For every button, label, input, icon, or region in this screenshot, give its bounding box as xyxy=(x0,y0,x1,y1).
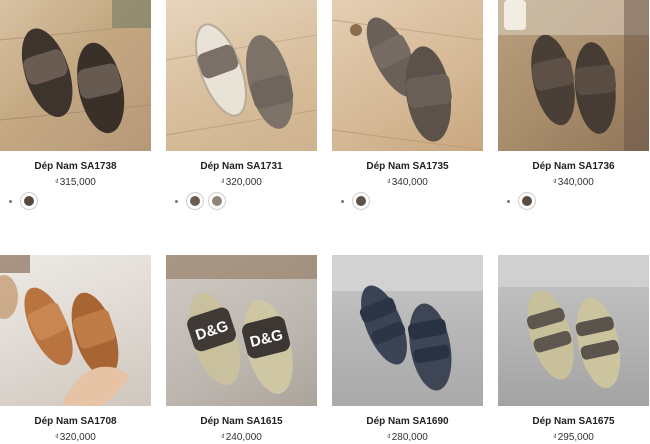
product-image[interactable] xyxy=(332,255,483,406)
product-title[interactable]: Dép Nam SA1615 xyxy=(166,416,317,427)
dot-indicator xyxy=(9,199,12,203)
color-swatches xyxy=(9,191,38,211)
product-price: ₫340,000 xyxy=(498,177,649,188)
price-value: 320,000 xyxy=(59,432,96,443)
product-card[interactable]: Dép Nam SA1735 ₫340,000 xyxy=(332,0,483,210)
price-value: 280,000 xyxy=(391,432,428,443)
product-image[interactable] xyxy=(332,0,483,151)
product-price: ₫295,000 xyxy=(498,432,649,443)
product-price: ₫280,000 xyxy=(332,432,483,443)
product-image[interactable] xyxy=(166,0,317,151)
price-value: 320,000 xyxy=(225,177,262,188)
product-grid: Dép Nam SA1738 ₫315,000 Dép Nam SA1731 ₫… xyxy=(0,0,650,444)
product-image[interactable]: D&G D&G xyxy=(166,255,317,406)
product-title[interactable]: Dép Nam SA1736 xyxy=(498,161,649,172)
product-card[interactable]: Dép Nam SA1731 ₫320,000 xyxy=(166,0,317,210)
product-card[interactable]: Dép Nam SA1736 ₫340,000 xyxy=(498,0,649,210)
color-swatch[interactable] xyxy=(352,192,370,210)
product-price: ₫340,000 xyxy=(332,177,483,188)
product-price: ₫320,000 xyxy=(166,177,317,188)
price-value: 295,000 xyxy=(557,432,594,443)
product-title[interactable]: Dép Nam SA1708 xyxy=(0,416,151,427)
product-title[interactable]: Dép Nam SA1738 xyxy=(0,161,151,172)
price-value: 315,000 xyxy=(59,177,96,188)
color-swatch[interactable] xyxy=(208,192,226,210)
color-swatch[interactable] xyxy=(186,192,204,210)
product-image[interactable] xyxy=(498,0,649,151)
currency-symbol: ₫ xyxy=(553,434,557,441)
product-card[interactable]: Dép Nam SA1738 ₫315,000 xyxy=(0,0,151,210)
price-value: 340,000 xyxy=(391,177,428,188)
color-swatches xyxy=(175,191,226,211)
product-image[interactable] xyxy=(0,0,151,151)
product-title[interactable]: Dép Nam SA1675 xyxy=(498,416,649,427)
color-swatches xyxy=(507,191,536,211)
dot-indicator xyxy=(175,199,178,203)
product-price: ₫320,000 xyxy=(0,432,151,443)
currency-symbol: ₫ xyxy=(553,179,557,186)
color-swatches xyxy=(341,191,370,211)
product-card[interactable]: D&G D&G Dép Nam SA1615 ₫240,000 xyxy=(166,255,317,443)
currency-symbol: ₫ xyxy=(221,434,225,441)
currency-symbol: ₫ xyxy=(221,179,225,186)
product-price: ₫315,000 xyxy=(0,177,151,188)
product-card[interactable]: Dép Nam SA1690 ₫280,000 xyxy=(332,255,483,443)
product-image[interactable] xyxy=(0,255,151,406)
price-value: 340,000 xyxy=(557,177,594,188)
product-card[interactable]: Dép Nam SA1708 ₫320,000 xyxy=(0,255,151,443)
currency-symbol: ₫ xyxy=(387,434,391,441)
currency-symbol: ₫ xyxy=(387,179,391,186)
product-title[interactable]: Dép Nam SA1735 xyxy=(332,161,483,172)
dot-indicator xyxy=(341,199,344,203)
product-card[interactable]: Dép Nam SA1675 ₫295,000 xyxy=(498,255,649,443)
currency-symbol: ₫ xyxy=(55,434,59,441)
color-swatch[interactable] xyxy=(518,192,536,210)
product-title[interactable]: Dép Nam SA1690 xyxy=(332,416,483,427)
dot-indicator xyxy=(507,199,510,203)
product-image[interactable] xyxy=(498,255,649,406)
product-price: ₫240,000 xyxy=(166,432,317,443)
price-value: 240,000 xyxy=(225,432,262,443)
color-swatch[interactable] xyxy=(20,192,38,210)
currency-symbol: ₫ xyxy=(55,179,59,186)
product-title[interactable]: Dép Nam SA1731 xyxy=(166,161,317,172)
